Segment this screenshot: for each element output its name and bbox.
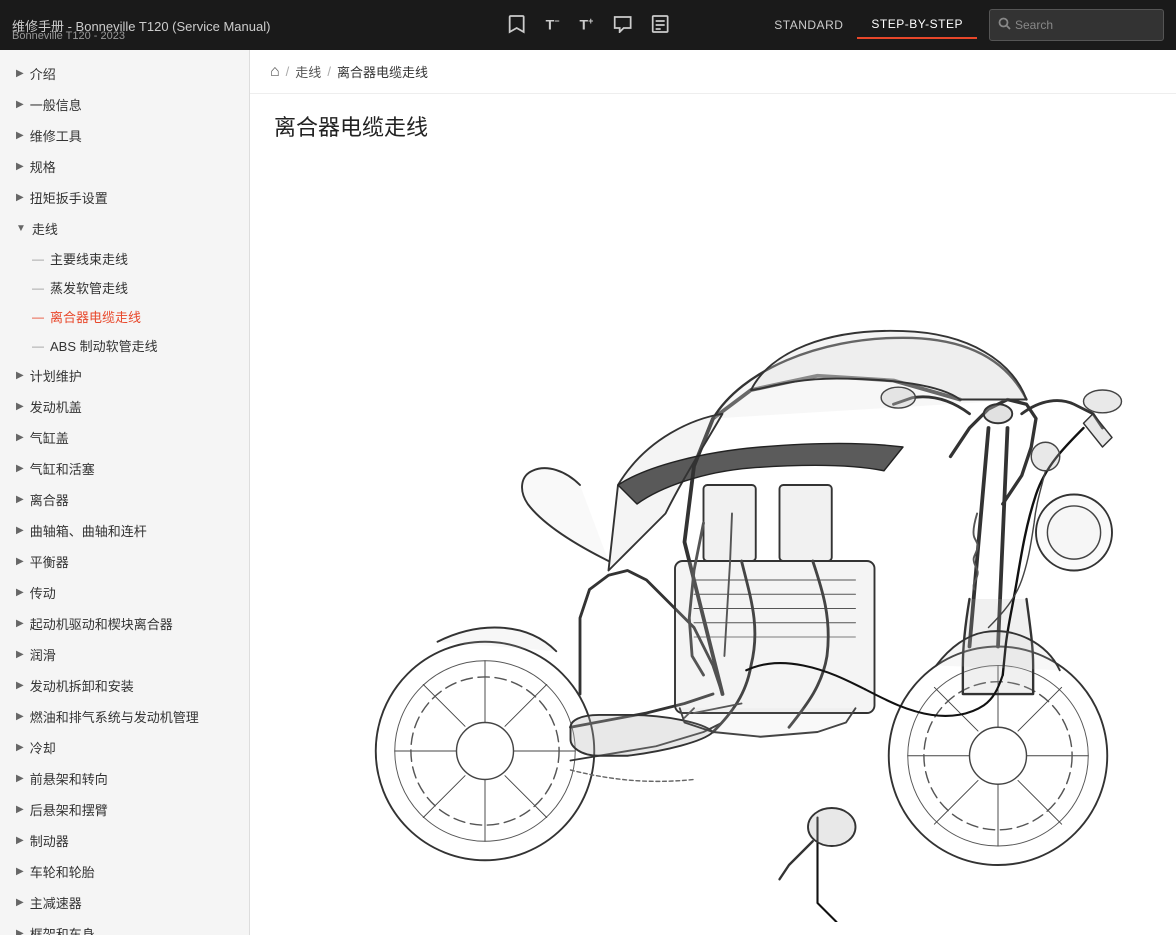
arrow-icon: ▶ xyxy=(16,804,24,815)
page-title: 离合器电缆走线 xyxy=(274,110,1152,142)
header-toolbar: T− T+ xyxy=(502,10,675,38)
arrow-icon: ▶ xyxy=(16,192,24,203)
view-toggle: STANDARD STEP-BY-STEP xyxy=(760,9,1164,41)
sidebar-item-fuel-exhaust[interactable]: ▶ 燃油和排气系统与发动机管理 xyxy=(0,701,249,732)
arrow-icon: ▶ xyxy=(16,587,24,598)
sidebar-item-brakes[interactable]: ▶ 制动器 xyxy=(0,825,249,856)
arrow-icon: ▶ xyxy=(16,649,24,660)
text-increase-button[interactable]: T+ xyxy=(574,12,600,37)
step-by-step-view-button[interactable]: STEP-BY-STEP xyxy=(857,11,977,39)
breadcrumb-home-icon[interactable]: ⌂ xyxy=(270,63,280,81)
sidebar-item-rear-suspension[interactable]: ▶ 后悬架和摆臂 xyxy=(0,794,249,825)
dash-icon: — xyxy=(32,339,44,353)
sidebar-item-clutch-main[interactable]: ▶ 离合器 xyxy=(0,484,249,515)
diagram-container xyxy=(274,162,1152,922)
sidebar-sub-evap[interactable]: — 蒸发软管走线 xyxy=(0,273,249,302)
arrow-icon: ▶ xyxy=(16,161,24,172)
breadcrumb-sep-2: / xyxy=(327,64,331,79)
sidebar-item-specs[interactable]: ▶ 规格 xyxy=(0,151,249,182)
dash-icon: — xyxy=(32,281,44,295)
sidebar: ▶ 介绍 ▶ 一般信息 ▶ 维修工具 ▶ 规格 ▶ 扭矩扳手设置 ▼ 走线 — xyxy=(0,50,250,935)
main-layout: ▶ 介绍 ▶ 一般信息 ▶ 维修工具 ▶ 规格 ▶ 扭矩扳手设置 ▼ 走线 — xyxy=(0,50,1176,935)
arrow-icon: ▶ xyxy=(16,711,24,722)
text-decrease-button[interactable]: T− xyxy=(540,12,566,37)
arrow-icon: ▶ xyxy=(16,742,24,753)
dash-icon: — xyxy=(32,252,44,266)
arrow-icon: ▶ xyxy=(16,99,24,110)
arrow-icon: ▶ xyxy=(16,928,24,935)
sidebar-item-cylinders[interactable]: ▶ 气缸和活塞 xyxy=(0,453,249,484)
arrow-icon: ▶ xyxy=(16,525,24,536)
page-body: 离合器电缆走线 xyxy=(250,94,1176,935)
arrow-icon: ▶ xyxy=(16,370,24,381)
sidebar-sub-main-harness[interactable]: — 主要线束走线 xyxy=(0,244,249,273)
arrow-icon: ▶ xyxy=(16,866,24,877)
dash-icon: — xyxy=(32,310,44,324)
sidebar-item-wheels[interactable]: ▶ 车轮和轮胎 xyxy=(0,856,249,887)
bookmark-button[interactable] xyxy=(502,10,532,38)
motorcycle-diagram xyxy=(283,162,1143,922)
arrow-icon: ▶ xyxy=(16,680,24,691)
search-container xyxy=(989,9,1164,41)
arrow-icon: ▶ xyxy=(16,773,24,784)
arrow-down-icon: ▼ xyxy=(16,223,26,234)
sidebar-item-intro[interactable]: ▶ 介绍 xyxy=(0,58,249,89)
sidebar-item-planned[interactable]: ▶ 计划维护 xyxy=(0,360,249,391)
header: 维修手册 - Bonneville T120 (Service Manual) … xyxy=(0,0,1176,50)
sidebar-item-engine-remove[interactable]: ▶ 发动机拆卸和安装 xyxy=(0,670,249,701)
breadcrumb-sep-1: / xyxy=(286,64,290,79)
sidebar-item-balancer[interactable]: ▶ 平衡器 xyxy=(0,546,249,577)
breadcrumb-current: 离合器电缆走线 xyxy=(337,62,428,81)
arrow-icon: ▶ xyxy=(16,432,24,443)
arrow-icon: ▶ xyxy=(16,618,24,629)
sidebar-item-final-drive[interactable]: ▶ 主减速器 xyxy=(0,887,249,918)
breadcrumb: ⌂ / 走线 / 离合器电缆走线 xyxy=(250,50,1176,94)
sidebar-item-front-suspension[interactable]: ▶ 前悬架和转向 xyxy=(0,763,249,794)
sidebar-item-crankcase[interactable]: ▶ 曲轴箱、曲轴和连杆 xyxy=(0,515,249,546)
sidebar-item-starter[interactable]: ▶ 起动机驱动和楔块离合器 xyxy=(0,608,249,639)
arrow-icon: ▶ xyxy=(16,897,24,908)
search-icon xyxy=(998,17,1011,33)
search-input[interactable] xyxy=(1015,18,1155,32)
sidebar-item-routing[interactable]: ▼ 走线 xyxy=(0,213,249,244)
sidebar-sub-abs[interactable]: — ABS 制动软管走线 xyxy=(0,331,249,360)
arrow-icon: ▶ xyxy=(16,556,24,567)
arrow-icon: ▶ xyxy=(16,401,24,412)
arrow-icon: ▶ xyxy=(16,68,24,79)
note-button[interactable] xyxy=(645,11,674,37)
app-subtitle: Bonneville T120 - 2023 xyxy=(12,30,125,42)
sidebar-item-tools[interactable]: ▶ 维修工具 xyxy=(0,120,249,151)
sidebar-item-engine-cover[interactable]: ▶ 发动机盖 xyxy=(0,391,249,422)
sidebar-item-cooling[interactable]: ▶ 冷却 xyxy=(0,732,249,763)
arrow-icon: ▶ xyxy=(16,494,24,505)
standard-view-button[interactable]: STANDARD xyxy=(760,12,857,38)
arrow-icon: ▶ xyxy=(16,130,24,141)
sidebar-item-lubrication[interactable]: ▶ 润滑 xyxy=(0,639,249,670)
sidebar-item-transmission[interactable]: ▶ 传动 xyxy=(0,577,249,608)
sidebar-item-torque[interactable]: ▶ 扭矩扳手设置 xyxy=(0,182,249,213)
sidebar-sub-clutch-cable[interactable]: — 离合器电缆走线 xyxy=(0,302,249,331)
sidebar-item-cylinder-head[interactable]: ▶ 气缸盖 xyxy=(0,422,249,453)
arrow-icon: ▶ xyxy=(16,835,24,846)
main-content: ⌂ / 走线 / 离合器电缆走线 离合器电缆走线 xyxy=(250,50,1176,935)
sidebar-item-general[interactable]: ▶ 一般信息 xyxy=(0,89,249,120)
motorcycle-svg xyxy=(283,162,1143,922)
arrow-icon: ▶ xyxy=(16,463,24,474)
comment-button[interactable] xyxy=(607,12,637,37)
sidebar-item-frame-body[interactable]: ▶ 框架和车身 xyxy=(0,918,249,935)
breadcrumb-routing[interactable]: 走线 xyxy=(295,62,321,81)
